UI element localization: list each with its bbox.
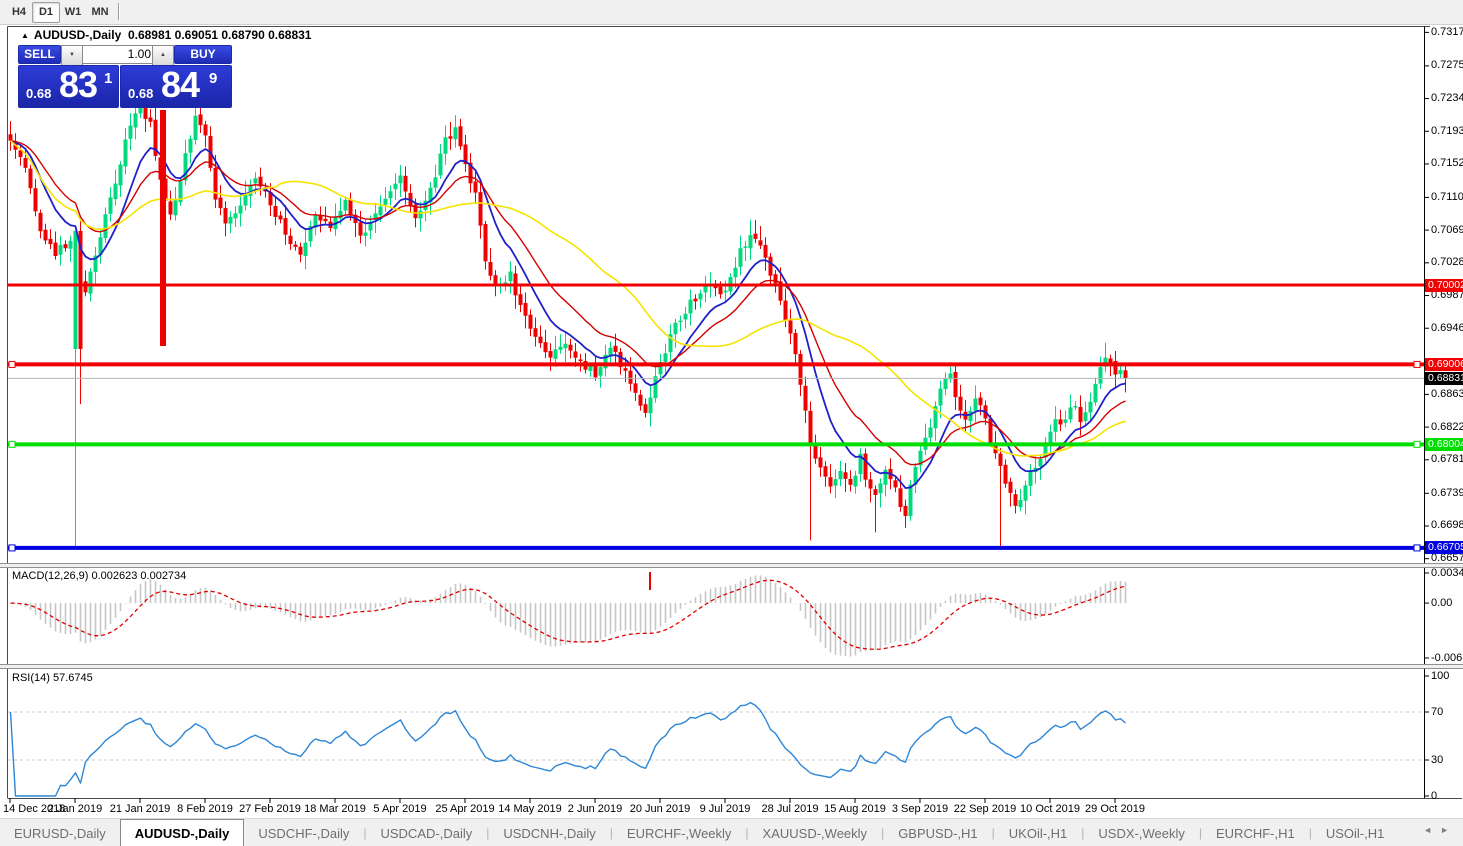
symbol-tab-usdx[interactable]: USDX-,Weekly [1084, 819, 1198, 846]
buy-price-box[interactable]: 0.68 84 9 [120, 65, 232, 108]
symbol-tab-usoil[interactable]: USOil-,H1 [1312, 819, 1399, 846]
chart-ohlc-values: 0.68981 0.69051 0.68790 0.68831 [128, 28, 312, 42]
macd-tick-label: 0.00349 [1431, 567, 1463, 579]
hline-price-tag: 0.69006 [1425, 358, 1463, 371]
price-tick-label: 0.73170 [1431, 26, 1463, 38]
time-tick-label: 20 Jun 2019 [630, 803, 691, 815]
time-tick-label: 2 Jun 2019 [568, 803, 622, 815]
macd-tick-label: 0.00 [1431, 597, 1463, 609]
sell-price-box[interactable]: 0.68 83 1 [18, 65, 119, 108]
buy-price-main: 84 [161, 65, 199, 106]
toolbar-separator [118, 3, 120, 20]
rsi-tick-label: 70 [1431, 706, 1463, 718]
time-tick-label: 5 Apr 2019 [373, 803, 426, 815]
time-tick-label: 18 Mar 2019 [304, 803, 366, 815]
chart-symbol-label: AUDUSD-,Daily [34, 28, 121, 42]
symbol-tab-gbpusd[interactable]: GBPUSD-,H1 [884, 819, 991, 846]
symbol-tab-eurusd[interactable]: EURUSD-,Daily [0, 819, 120, 846]
sell-price-prefix: 0.68 [26, 86, 51, 101]
tab-scroll-arrows[interactable]: ◄► [1423, 825, 1457, 835]
time-tick-label: 8 Feb 2019 [177, 803, 233, 815]
time-tick-label: 29 Oct 2019 [1085, 803, 1145, 815]
price-tick-label: 0.68220 [1431, 421, 1463, 433]
rsi-indicator-label: RSI(14) 57.6745 [12, 672, 93, 684]
price-tick-label: 0.67810 [1431, 453, 1463, 465]
buy-price-pip: 9 [209, 70, 217, 87]
symbol-tab-eurchf[interactable]: EURCHF-,Weekly [613, 819, 746, 846]
time-tick-label: 3 Sep 2019 [892, 803, 948, 815]
volume-input[interactable]: 1.00 [82, 45, 158, 64]
time-tick-label: 21 Jan 2019 [110, 803, 171, 815]
timeframe-button-mn[interactable]: MN [86, 2, 114, 23]
time-tick-label: 14 May 2019 [498, 803, 562, 815]
rsi-tick-label: 100 [1431, 670, 1463, 682]
symbol-tab-usdcad[interactable]: USDCAD-,Daily [366, 819, 486, 846]
time-tick-label: 10 Oct 2019 [1020, 803, 1080, 815]
price-tick-label: 0.66980 [1431, 519, 1463, 531]
timeframe-button-d1[interactable]: D1 [32, 2, 60, 23]
hline-price-tag: 0.70002 [1425, 279, 1463, 292]
time-tick-label: 15 Aug 2019 [824, 803, 886, 815]
one-click-trading-panel: SELL ▼ 1.00 ▲ BUY 0.68 83 1 0.68 84 9 [18, 44, 230, 106]
macd-indicator-label: MACD(12,26,9) 0.002623 0.002734 [12, 570, 186, 582]
sell-price-pip: 1 [104, 70, 112, 87]
time-tick-label: 25 Apr 2019 [435, 803, 494, 815]
current-price-tag: 0.68831 [1425, 372, 1463, 385]
symbol-tab-audusd[interactable]: AUDUSD-,Daily [120, 819, 245, 846]
hline-price-tag: 0.68004 [1425, 438, 1463, 451]
price-tick-label: 0.71520 [1431, 157, 1463, 169]
symbol-tab-xauusd[interactable]: XAUUSD-,Weekly [749, 819, 882, 846]
price-tick-label: 0.72340 [1431, 92, 1463, 104]
collapse-arrow-icon[interactable]: ▲ [21, 31, 29, 40]
time-tick-label: 22 Sep 2019 [954, 803, 1016, 815]
timeframe-toolbar: H4D1W1MN [0, 0, 1463, 25]
volume-decrease-button[interactable]: ▼ [61, 45, 83, 66]
rsi-tick-label: 30 [1431, 754, 1463, 766]
time-tick-label: 28 Jul 2019 [762, 803, 819, 815]
rsi-tick-label: 0 [1431, 790, 1463, 802]
buy-price-prefix: 0.68 [128, 86, 153, 101]
time-tick-label: 27 Feb 2019 [239, 803, 301, 815]
symbol-tab-ukoil[interactable]: UKOil-,H1 [995, 819, 1082, 846]
time-tick-label: 2 Jan 2019 [48, 803, 102, 815]
symbol-tab-eurchf[interactable]: EURCHF-,H1 [1202, 819, 1309, 846]
buy-button[interactable]: BUY [174, 45, 232, 64]
sell-price-main: 83 [59, 65, 97, 106]
time-tick-label: 9 Jul 2019 [700, 803, 751, 815]
price-tick-label: 0.70280 [1431, 256, 1463, 268]
tab-scroll-left-icon[interactable]: ◄ [1423, 825, 1440, 835]
price-tick-label: 0.69460 [1431, 322, 1463, 334]
symbol-tab-usdcnh[interactable]: USDCNH-,Daily [489, 819, 609, 846]
price-tick-label: 0.67390 [1431, 487, 1463, 499]
symbol-tab-usdchf[interactable]: USDCHF-,Daily [244, 819, 363, 846]
price-tick-label: 0.68630 [1431, 388, 1463, 400]
macd-tick-label: -0.00637 [1431, 652, 1463, 664]
sell-button[interactable]: SELL [18, 45, 61, 64]
symbol-tab-bar: EURUSD-,DailyAUDUSD-,DailyUSDCHF-,Daily|… [0, 818, 1463, 846]
price-tick-label: 0.71100 [1431, 191, 1463, 203]
tab-scroll-right-icon[interactable]: ► [1440, 825, 1457, 835]
price-tick-label: 0.72750 [1431, 59, 1463, 71]
timeframe-button-h4[interactable]: H4 [5, 2, 33, 23]
price-tick-label: 0.70690 [1431, 224, 1463, 236]
price-tick-label: 0.71930 [1431, 125, 1463, 137]
chart-window [0, 25, 1463, 818]
chart-title: ▲ AUDUSD-,Daily 0.68981 0.69051 0.68790 0… [21, 28, 311, 42]
volume-increase-button[interactable]: ▲ [152, 45, 174, 66]
hline-price-tag: 0.66705 [1425, 541, 1463, 554]
terminal-root: H4D1W1MN ▲ AUDUSD-,Daily 0.68981 0.69051 … [0, 0, 1463, 846]
timeframe-button-w1[interactable]: W1 [59, 2, 87, 23]
